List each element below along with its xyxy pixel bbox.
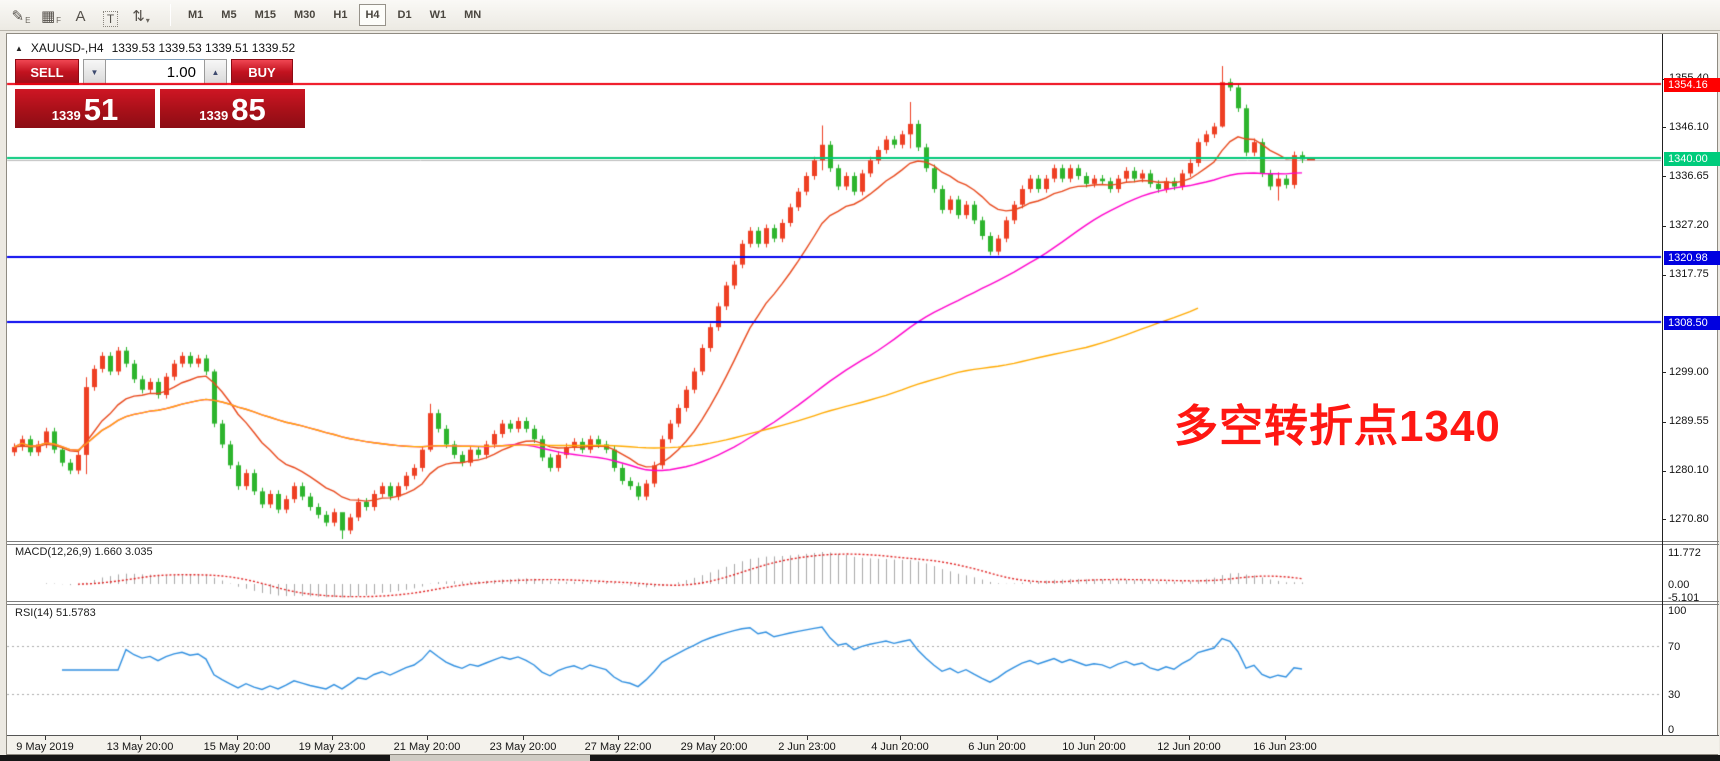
bottom-edge-highlight (390, 755, 590, 761)
chart-annotation-text: 多空转折点1340 (1174, 390, 1501, 454)
trading-terminal: ✎E▦FAT⇅▾ M1M5M15M30H1H4D1W1MN ▲ XAUUSD-,… (0, 0, 1720, 761)
bottom-window-edge (0, 755, 1720, 761)
chart-plot-canvas[interactable] (0, 0, 1720, 761)
